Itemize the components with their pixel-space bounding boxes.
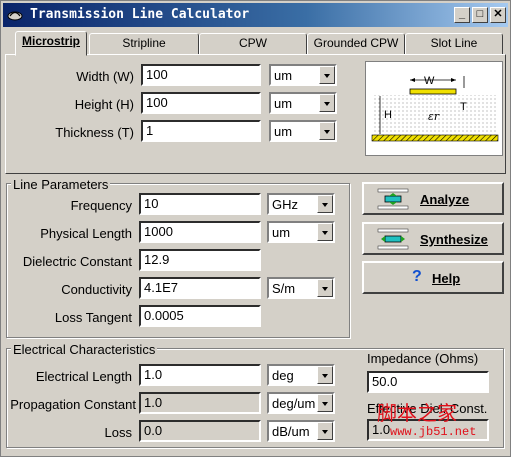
electrical-length-unit-value: deg (272, 368, 294, 383)
height-unit-select[interactable]: um (269, 92, 337, 114)
chevron-down-icon[interactable] (319, 94, 335, 112)
er-label: εr (428, 110, 440, 123)
electrical-characteristics-title: Electrical Characteristics (11, 342, 158, 357)
arrow-right-icon (451, 78, 456, 82)
width-label: Width (W) (76, 69, 134, 84)
physical-length-input[interactable]: 1000 (139, 221, 261, 243)
window-title: Transmission Line Calculator (30, 7, 250, 22)
help-label: Help (432, 271, 461, 286)
conductivity-unit-value: S/m (272, 281, 296, 296)
propagation-constant-output: 1.0 (139, 392, 261, 414)
question-icon: ? (412, 268, 422, 285)
width-unit-value: um (274, 68, 293, 83)
loss-label: Loss (104, 425, 132, 440)
loss-tangent-input[interactable]: 0.0005 (139, 305, 261, 327)
height-unit-value: um (274, 96, 293, 111)
thickness-unit-select[interactable]: um (269, 120, 337, 142)
synthesize-label: Synthesize (420, 232, 488, 247)
tab-stripline[interactable]: Stripline (89, 33, 199, 55)
arrow-left-icon (410, 78, 415, 82)
thickness-unit-value: um (274, 124, 293, 139)
chevron-down-icon[interactable] (317, 195, 333, 213)
height-input[interactable]: 100 (141, 92, 261, 114)
chevron-down-icon[interactable] (317, 394, 333, 412)
analyze-icon (377, 188, 409, 210)
title-bar[interactable]: Transmission Line Calculator _ □ ✕ (3, 3, 508, 27)
tab-grounded-cpw[interactable]: Grounded CPW (307, 33, 405, 55)
cross-section-svg: W T H εr (371, 75, 499, 142)
watermark-logo: 脚本之家 (377, 403, 457, 425)
microstrip-diagram: W T H εr (365, 61, 503, 156)
loss-tangent-label: Loss Tangent (54, 310, 132, 325)
dielectric-constant-label: Dielectric Constant (22, 254, 132, 269)
physical-length-unit-select[interactable]: um (267, 221, 335, 243)
chevron-down-icon[interactable] (319, 122, 335, 140)
chevron-down-icon[interactable] (317, 366, 333, 384)
electrical-length-unit-select[interactable]: deg (267, 364, 335, 386)
maximize-button[interactable]: □ (472, 7, 488, 23)
frequency-label: Frequency (70, 198, 132, 213)
dielectric-constant-input[interactable]: 12.9 (139, 249, 261, 271)
app-icon (7, 11, 23, 21)
tab-cpw[interactable]: CPW (199, 33, 307, 55)
strip-conductor (409, 88, 457, 95)
chevron-down-icon[interactable] (317, 223, 333, 241)
analyze-label: Analyze (420, 192, 470, 207)
electrical-length-label: Electrical Length (35, 369, 132, 384)
tab-strip: Microstrip Stripline CPW Grounded CPW Sl… (7, 31, 507, 56)
close-button[interactable]: ✕ (490, 7, 506, 23)
synthesize-button[interactable]: Synthesize (362, 222, 504, 255)
thickness-label: Thickness (T) (55, 125, 134, 140)
analyze-button[interactable]: Analyze (362, 182, 504, 215)
minimize-button[interactable]: _ (454, 7, 470, 23)
frequency-input[interactable]: 10 (139, 193, 261, 215)
loss-output: 0.0 (139, 420, 261, 442)
ground-plane (371, 134, 499, 142)
loss-unit-value: dB/um (272, 424, 310, 439)
chevron-down-icon[interactable] (317, 279, 333, 297)
tab-slot-line[interactable]: Slot Line (405, 33, 503, 55)
help-button[interactable]: ? Help (362, 261, 504, 294)
physical-length-unit-value: um (272, 225, 291, 240)
propagation-constant-unit-value: deg/um (272, 396, 316, 411)
conductivity-label: Conductivity (61, 282, 132, 297)
thickness-input[interactable]: 1 (141, 120, 261, 142)
impedance-label: Impedance (Ohms) (367, 351, 479, 366)
impedance-input[interactable]: 50.0 (367, 371, 489, 393)
w-dim-label: W (424, 75, 435, 87)
line-parameters-title: Line Parameters (11, 177, 111, 192)
synthesize-icon (377, 228, 409, 250)
calculator-window: Transmission Line Calculator _ □ ✕ Micro… (0, 0, 511, 457)
propagation-constant-label: Propagation Constant (10, 397, 136, 412)
propagation-constant-unit-select[interactable]: deg/um (267, 392, 335, 414)
width-unit-select[interactable]: um (269, 64, 337, 86)
chevron-down-icon[interactable] (317, 422, 333, 440)
physical-length-label: Physical Length (40, 226, 132, 241)
frequency-unit-select[interactable]: GHz (267, 193, 335, 215)
tab-microstrip[interactable]: Microstrip (15, 31, 87, 56)
chevron-down-icon[interactable] (319, 66, 335, 84)
width-input[interactable]: 100 (141, 64, 261, 86)
electrical-length-input[interactable]: 1.0 (139, 364, 261, 386)
h-dim-label: H (384, 109, 392, 121)
loss-unit-select[interactable]: dB/um (267, 420, 335, 442)
height-label: Height (H) (74, 97, 134, 112)
frequency-unit-value: GHz (272, 197, 298, 212)
t-dim-label: T (460, 101, 467, 113)
conductivity-input[interactable]: 4.1E7 (139, 277, 261, 299)
watermark-url: www.jb51.net (390, 425, 477, 439)
conductivity-unit-select[interactable]: S/m (267, 277, 335, 299)
